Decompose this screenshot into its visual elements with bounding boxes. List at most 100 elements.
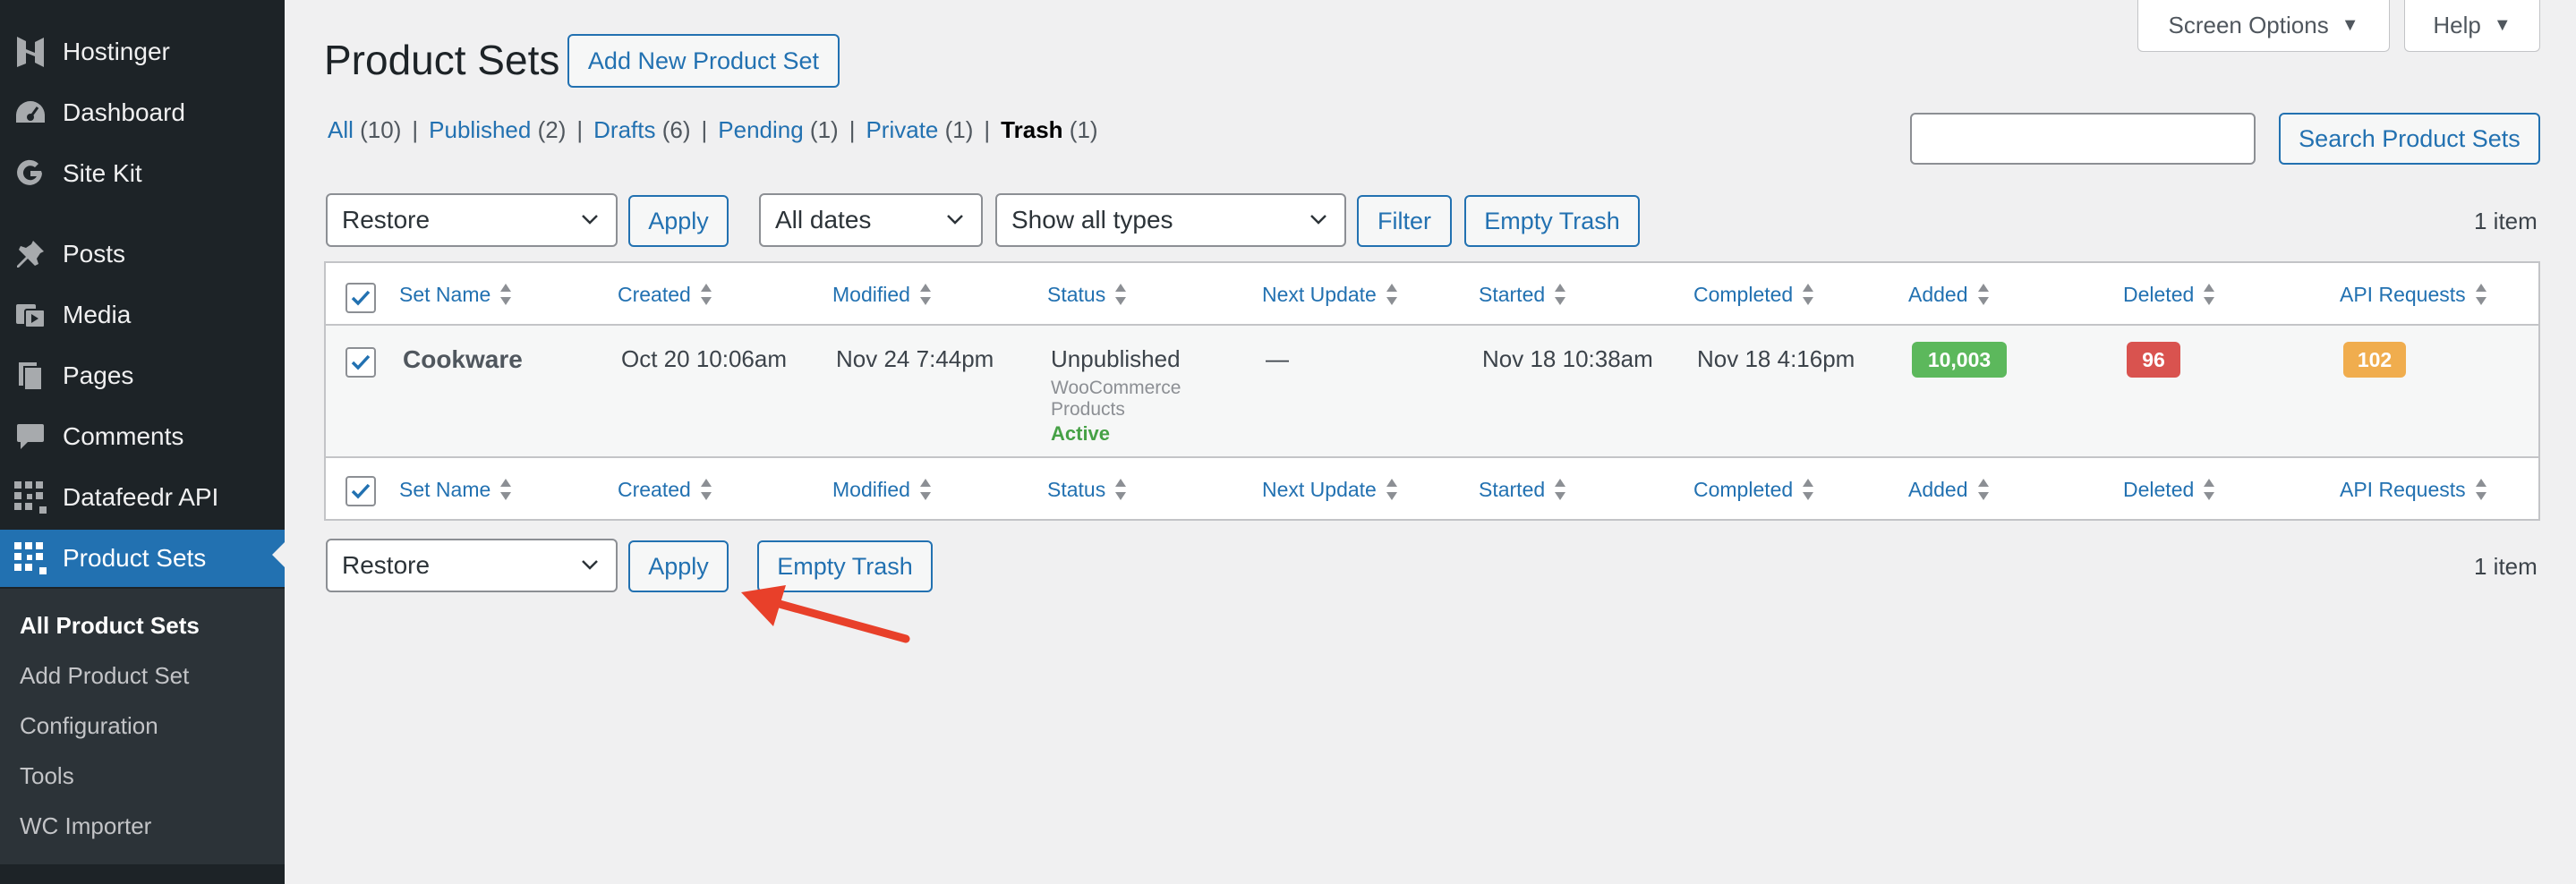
screen-options-button[interactable]: Screen Options ▼ [2137, 0, 2390, 52]
types-filter-select[interactable]: Show all types [995, 193, 1346, 247]
hostinger-icon [13, 34, 48, 70]
view-published[interactable]: Published (2) [429, 116, 566, 143]
search-product-sets-button[interactable]: Search Product Sets [2279, 113, 2540, 165]
item-count-bottom: 1 item [2474, 553, 2538, 580]
sort-icon [499, 283, 512, 306]
dates-filter-select[interactable]: All dates [759, 193, 983, 247]
sort-icon [919, 478, 932, 501]
column-next-update[interactable]: Next Update [1262, 458, 1398, 521]
view-trash[interactable]: Trash [1001, 116, 1062, 143]
menu-label: Datafeedr API [63, 483, 219, 511]
select-all-checkbox-bottom[interactable] [345, 476, 376, 506]
menu-item-datafeedr-api[interactable]: Datafeedr API [0, 472, 285, 523]
menu-label: Posts [63, 240, 126, 268]
chevron-down-icon [582, 560, 598, 570]
sort-icon [1114, 283, 1127, 306]
column-api-requests[interactable]: API Requests [2340, 458, 2487, 521]
sort-icon [1802, 283, 1814, 306]
apply-button-top[interactable]: Apply [628, 195, 729, 247]
sort-icon [499, 478, 512, 501]
menu-item-hostinger[interactable]: Hostinger [0, 27, 285, 77]
view-drafts[interactable]: Drafts (6) [593, 116, 690, 143]
column-added[interactable]: Added [1908, 263, 1990, 326]
row-checkbox[interactable] [345, 347, 376, 378]
submenu-add-product-set[interactable]: Add Product Set [20, 662, 189, 690]
menu-item-posts[interactable]: Posts [0, 229, 285, 279]
item-count-top: 1 item [2474, 208, 2538, 234]
help-button[interactable]: Help ▼ [2404, 0, 2540, 52]
help-label: Help [2433, 12, 2481, 38]
select-all-checkbox-top[interactable] [345, 283, 376, 313]
search-input[interactable] [1910, 113, 2256, 165]
view-all[interactable]: All (10) [328, 116, 401, 143]
sort-icon [1802, 478, 1814, 501]
row-created: Oct 20 10:06am [621, 345, 787, 372]
dates-filter-value: All dates [775, 206, 872, 234]
menu-item-product-sets[interactable]: Product Sets [0, 530, 285, 587]
bulk-action-select-top[interactable]: Restore [326, 193, 618, 247]
column-completed[interactable]: Completed [1693, 458, 1814, 521]
column-started[interactable]: Started [1479, 263, 1566, 326]
sort-icon [1386, 283, 1398, 306]
menu-label: Pages [63, 361, 134, 389]
column-started[interactable]: Started [1479, 458, 1566, 521]
view-pending[interactable]: Pending (1) [718, 116, 838, 143]
column-set-name[interactable]: Set Name [399, 263, 512, 326]
column-created[interactable]: Created [618, 263, 712, 326]
deleted-badge: 96 [2127, 342, 2180, 378]
column-modified[interactable]: Modified [832, 263, 932, 326]
submenu-wc-importer[interactable]: WC Importer [20, 812, 151, 840]
apply-button-bottom[interactable]: Apply [628, 540, 729, 592]
empty-trash-button-top[interactable]: Empty Trash [1464, 195, 1640, 247]
column-deleted[interactable]: Deleted [2123, 458, 2215, 521]
column-created[interactable]: Created [618, 458, 712, 521]
menu-item-dashboard[interactable]: Dashboard [0, 88, 285, 138]
sort-icon [700, 283, 712, 306]
caret-down-icon: ▼ [2341, 15, 2359, 35]
menu-item-comments[interactable]: Comments [0, 412, 285, 462]
column-set-name[interactable]: Set Name [399, 458, 512, 521]
dashboard-icon [13, 95, 48, 131]
column-next-update[interactable]: Next Update [1262, 263, 1398, 326]
sort-icon [1977, 478, 1990, 501]
add-new-product-set-button[interactable]: Add New Product Set [567, 34, 840, 88]
media-icon [13, 297, 48, 333]
sort-icon [919, 283, 932, 306]
menu-label: Comments [63, 422, 184, 450]
column-status[interactable]: Status [1047, 458, 1127, 521]
row-set-name[interactable]: Cookware [403, 345, 523, 374]
datafeedr-icon [13, 540, 48, 576]
api-requests-badge: 102 [2343, 342, 2406, 378]
menu-item-pages[interactable]: Pages [0, 351, 285, 401]
menu-label: Media [63, 301, 132, 328]
bulk-action-value: Restore [342, 551, 431, 579]
sort-icon [2475, 478, 2487, 501]
view-private[interactable]: Private (1) [866, 116, 973, 143]
row-status-active: Active [1051, 422, 1111, 445]
menu-item-site-kit[interactable]: Site Kit [0, 149, 285, 199]
row-status: Unpublished [1051, 345, 1181, 372]
menu-label: Site Kit [63, 159, 142, 187]
column-added[interactable]: Added [1908, 458, 1990, 521]
bulk-action-select-bottom[interactable]: Restore [326, 539, 618, 592]
table-footer: Set Name Created Modified Status Next Up… [326, 456, 2538, 521]
column-modified[interactable]: Modified [832, 458, 932, 521]
column-status[interactable]: Status [1047, 263, 1127, 326]
caret-down-icon: ▼ [2493, 15, 2512, 35]
submenu-all-product-sets[interactable]: All Product Sets [20, 612, 200, 640]
row-modified: Nov 24 7:44pm [836, 345, 994, 372]
menu-item-media[interactable]: Media [0, 290, 285, 340]
sort-icon [1554, 478, 1566, 501]
sort-icon [1977, 283, 1990, 306]
chevron-down-icon [1310, 215, 1326, 225]
submenu-tools[interactable]: Tools [20, 762, 74, 790]
submenu-configuration[interactable]: Configuration [20, 712, 158, 740]
added-badge: 10,003 [1912, 342, 2007, 378]
menu-label: Dashboard [63, 98, 185, 126]
column-api-requests[interactable]: API Requests [2340, 263, 2487, 326]
checkmark-icon [351, 290, 371, 306]
column-completed[interactable]: Completed [1693, 263, 1814, 326]
row-status-type-2: Products [1051, 399, 1125, 420]
filter-button[interactable]: Filter [1357, 195, 1452, 247]
column-deleted[interactable]: Deleted [2123, 263, 2215, 326]
